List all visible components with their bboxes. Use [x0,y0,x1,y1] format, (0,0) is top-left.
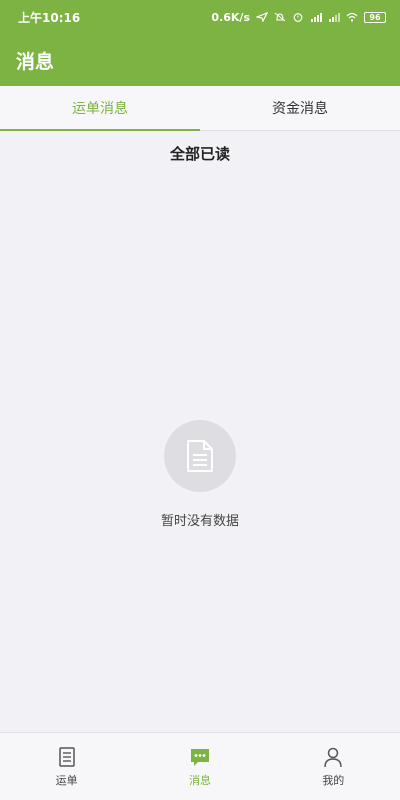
alarm-icon [293,13,303,22]
empty-state: 暂时没有数据 [0,420,400,529]
document-icon [187,440,213,472]
nav-mine[interactable]: 我的 [267,733,400,800]
battery-icon: 96 [364,11,386,23]
empty-icon-circle [164,420,236,492]
page-title: 消息 [16,50,55,73]
nav-waybill[interactable]: 运单 [0,733,133,800]
user-icon [324,747,343,767]
network-speed: 0.6K/s [211,10,250,24]
status-time: 上午10:16 [18,10,81,25]
nav-label: 消息 [188,773,211,787]
hd-signal-icon [311,13,322,22]
status-bar: 上午10:16 0.6K/s 96 [0,0,400,34]
tab-fund-messages[interactable]: 资金消息 [200,86,400,130]
message-tabs: 运单消息 资金消息 [0,86,400,131]
tab-label: 运单消息 [72,101,128,117]
location-icon [256,12,268,22]
waybill-icon [58,746,75,767]
nav-label: 运单 [55,773,78,787]
empty-text: 暂时没有数据 [160,514,239,529]
status-indicators: 0.6K/s 96 [211,11,386,24]
mute-icon [274,12,286,22]
wifi-icon [346,12,358,22]
signal-icon [329,13,340,22]
nav-messages[interactable]: 消息 [133,733,266,800]
mark-all-read-button[interactable]: 全部已读 [0,143,400,164]
message-icon [190,748,209,766]
tab-label: 资金消息 [272,101,328,117]
bottom-nav: 运单 消息 我的 [0,732,400,800]
nav-label: 我的 [322,773,345,787]
app-bar: 消息 [0,34,400,86]
tab-waybill-messages[interactable]: 运单消息 [0,86,200,131]
